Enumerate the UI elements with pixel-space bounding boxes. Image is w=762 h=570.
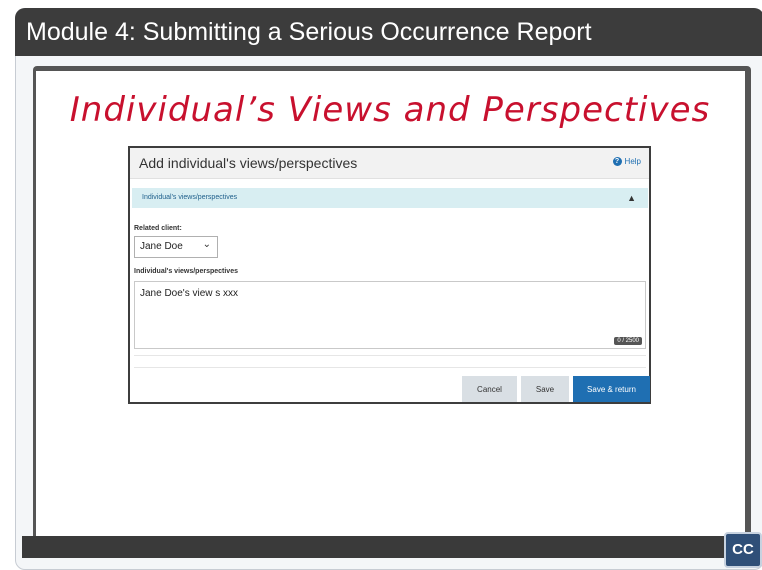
- save-return-button[interactable]: Save & return: [573, 376, 650, 402]
- closed-captions-button[interactable]: CC: [724, 532, 762, 568]
- help-link[interactable]: ? Help: [612, 157, 641, 166]
- cancel-button[interactable]: Cancel: [462, 376, 517, 402]
- help-icon: ?: [612, 157, 622, 166]
- views-value: Jane Doe's view s xxx: [140, 288, 239, 299]
- char-counter: 0 / 2500: [614, 337, 642, 345]
- save-button[interactable]: Save: [521, 376, 569, 402]
- help-label: Help: [624, 157, 641, 166]
- views-textarea[interactable]: Jane Doe's view s xxx 0 / 2500: [134, 281, 646, 349]
- section-label: Individual's views/perspectives: [142, 194, 238, 201]
- chevron-down-icon: ⌄: [202, 239, 211, 250]
- add-views-dialog: Add individual's views/perspectives ? He…: [128, 146, 651, 404]
- related-client-select[interactable]: Jane Doe ⌄: [134, 236, 218, 258]
- divider: [134, 367, 646, 368]
- divider: [134, 355, 646, 356]
- section-header[interactable]: Individual's views/perspectives ▲: [132, 188, 648, 208]
- related-client-value: Jane Doe: [140, 241, 183, 252]
- chevron-up-icon[interactable]: ▲: [627, 193, 636, 203]
- module-title: Module 4: Submitting a Serious Occurrenc…: [15, 8, 762, 56]
- slide-heading: Individual’s Views and Perspectives: [69, 90, 711, 130]
- views-label: Individual's views/perspectives: [134, 268, 238, 275]
- player-bottom-bar: [22, 536, 755, 558]
- related-client-label: Related client:: [134, 225, 182, 232]
- dialog-title: Add individual's views/perspectives: [139, 155, 358, 171]
- dialog-header: Add individual's views/perspectives ? He…: [130, 148, 649, 179]
